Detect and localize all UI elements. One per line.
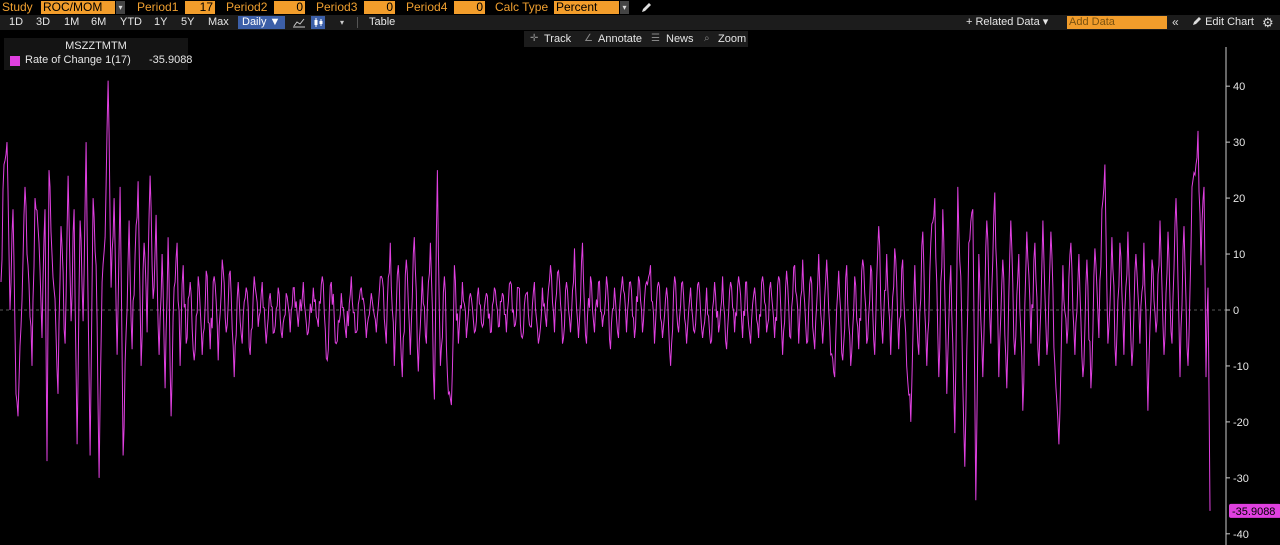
period2-input[interactable]: 0 [274, 1, 305, 14]
calc-type-dropdown-icon[interactable]: ▾ [620, 1, 629, 14]
related-data-button[interactable]: + Related Data ▾ [966, 15, 1048, 30]
range-6m-button[interactable]: 6M [91, 15, 106, 30]
y-tick-label: -10 [1233, 361, 1249, 373]
chart-type-dropdown-icon[interactable]: ▾ [340, 15, 344, 30]
roc-chart[interactable]: 40 30 20 10 0 -10 -20 -30 -40 -35.9088 [0, 47, 1280, 545]
range-5y-button[interactable]: 5Y [181, 15, 194, 30]
zoom-button[interactable]: Zoom [718, 31, 746, 47]
edit-chart-button[interactable]: Edit Chart [1192, 15, 1254, 30]
track-button[interactable]: Track [544, 31, 571, 47]
legend-series-value: -35.9088 [149, 54, 193, 66]
add-data-input[interactable]: Add Data [1067, 16, 1167, 29]
gear-icon[interactable]: ⚙ [1262, 15, 1274, 30]
last-value-label-text: -35.9088 [1232, 506, 1275, 518]
study-select[interactable]: ROC/MOM [41, 1, 115, 14]
range-ytd-button[interactable]: YTD [120, 15, 142, 30]
brush-icon [1193, 17, 1201, 25]
pencil-icon[interactable] [639, 0, 653, 15]
range-1d-button[interactable]: 1D [9, 15, 23, 30]
collapse-icon[interactable]: « [1172, 15, 1179, 30]
y-tick-label: 10 [1233, 249, 1245, 261]
legend-ticker: MSZZTMTM [65, 40, 127, 52]
chart-tools-bar: ✛ Track ∠ Annotate ☰ News ⌕ Zoom [524, 31, 748, 47]
range-1m-button[interactable]: 1M [64, 15, 79, 30]
range-toolbar: 1D 3D 1M 6M YTD 1Y 5Y Max Daily ▼ ▾ Tabl… [0, 15, 1280, 30]
period1-input[interactable]: 17 [185, 1, 215, 14]
period4-label: Period4 [406, 0, 448, 14]
table-button[interactable]: Table [369, 15, 395, 30]
legend-series-name: Rate of Change 1(17) [25, 54, 131, 66]
period3-input[interactable]: 0 [364, 1, 395, 14]
period1-label: Period1 [137, 0, 179, 14]
zoom-icon: ⌕ [704, 33, 710, 44]
annotate-button[interactable]: Annotate [598, 31, 642, 47]
line-chart-icon[interactable] [292, 16, 306, 29]
edit-chart-label: Edit Chart [1205, 16, 1254, 28]
y-tick-label: 0 [1233, 305, 1239, 317]
crosshair-icon: ✛ [530, 33, 539, 44]
legend-swatch [10, 56, 20, 66]
toolbar-divider [357, 17, 358, 28]
y-tick-label: 40 [1233, 81, 1245, 93]
y-tick-label: -20 [1233, 417, 1249, 429]
annotate-icon: ∠ [584, 33, 593, 44]
y-tick-label: 30 [1233, 137, 1245, 149]
news-icon: ☰ [651, 33, 660, 44]
news-button[interactable]: News [666, 31, 694, 47]
y-tick-label: 20 [1233, 193, 1245, 205]
study-label: Study [2, 0, 33, 14]
y-tick-label: -40 [1233, 529, 1249, 541]
period3-label: Period3 [316, 0, 358, 14]
range-1y-button[interactable]: 1Y [154, 15, 167, 30]
frequency-dropdown[interactable]: Daily ▼ [238, 16, 285, 29]
calc-type-label: Calc Type [495, 0, 549, 14]
study-toolbar: Study ROC/MOM ▾ Period1 17 Period2 0 Per… [0, 0, 1280, 15]
period2-label: Period2 [226, 0, 268, 14]
y-tick-label: -30 [1233, 473, 1249, 485]
period4-input[interactable]: 0 [454, 1, 485, 14]
range-3d-button[interactable]: 3D [36, 15, 50, 30]
candlestick-icon[interactable] [311, 16, 325, 29]
study-dropdown-icon[interactable]: ▾ [116, 1, 125, 14]
last-value-label: -35.9088 [1229, 503, 1280, 518]
legend: MSZZTMTM Rate of Change 1(17) -35.9088 [4, 38, 192, 70]
range-max-button[interactable]: Max [208, 15, 229, 30]
calc-type-select[interactable]: Percent [554, 1, 619, 14]
